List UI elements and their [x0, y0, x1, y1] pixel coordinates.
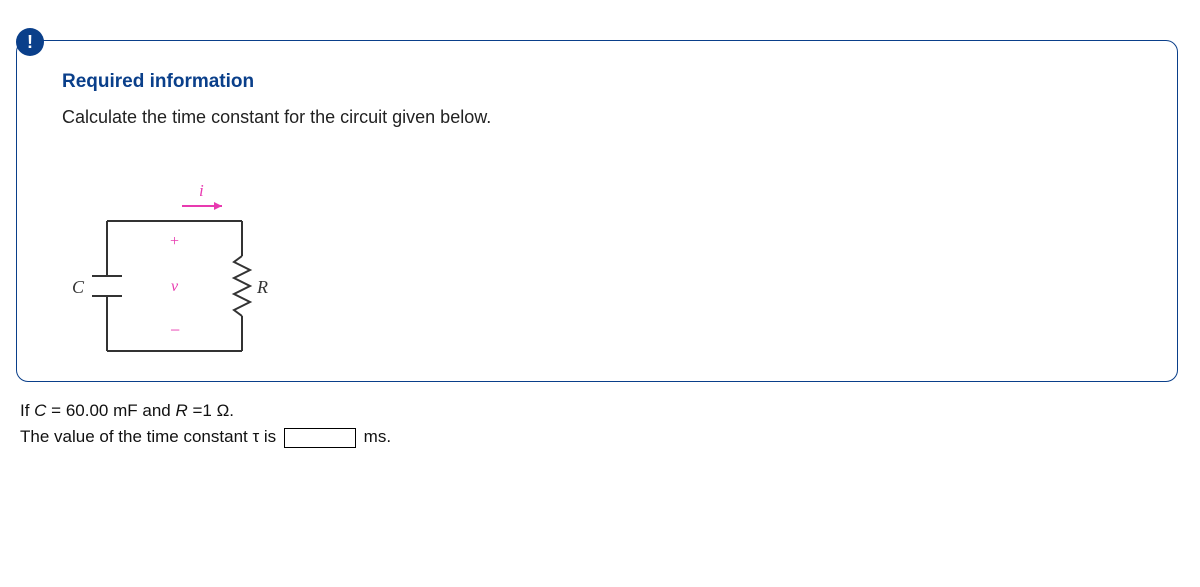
capacitor-label: C: [72, 277, 85, 297]
polarity-plus: +: [170, 233, 179, 250]
time-constant-input[interactable]: [284, 428, 356, 448]
answer-line: The value of the time constant τ is ms.: [20, 427, 391, 446]
unit-label: ms.: [364, 427, 391, 446]
txt: The value of the time constant τ is: [20, 427, 276, 446]
resistor-label: R: [256, 277, 268, 297]
txt: =1 Ω.: [188, 401, 234, 420]
circuit-diagram: C R i + v −: [62, 161, 292, 361]
required-info-body: Calculate the time constant for the circ…: [62, 107, 491, 128]
required-info-title: Required information: [62, 71, 254, 93]
alert-icon: !: [16, 28, 44, 56]
sym-r: R: [175, 401, 187, 420]
sym-c: C: [34, 401, 46, 420]
given-line: If C = 60.00 mF and R =1 Ω.: [20, 401, 234, 420]
question-text: If C = 60.00 mF and R =1 Ω. The value of…: [20, 398, 391, 451]
voltage-label: v: [171, 278, 179, 295]
polarity-minus: −: [170, 320, 180, 340]
txt: = 60.00 mF and: [46, 401, 175, 420]
txt: If: [20, 401, 34, 420]
current-label: i: [199, 181, 204, 200]
required-info-box: Required information Calculate the time …: [16, 40, 1178, 382]
